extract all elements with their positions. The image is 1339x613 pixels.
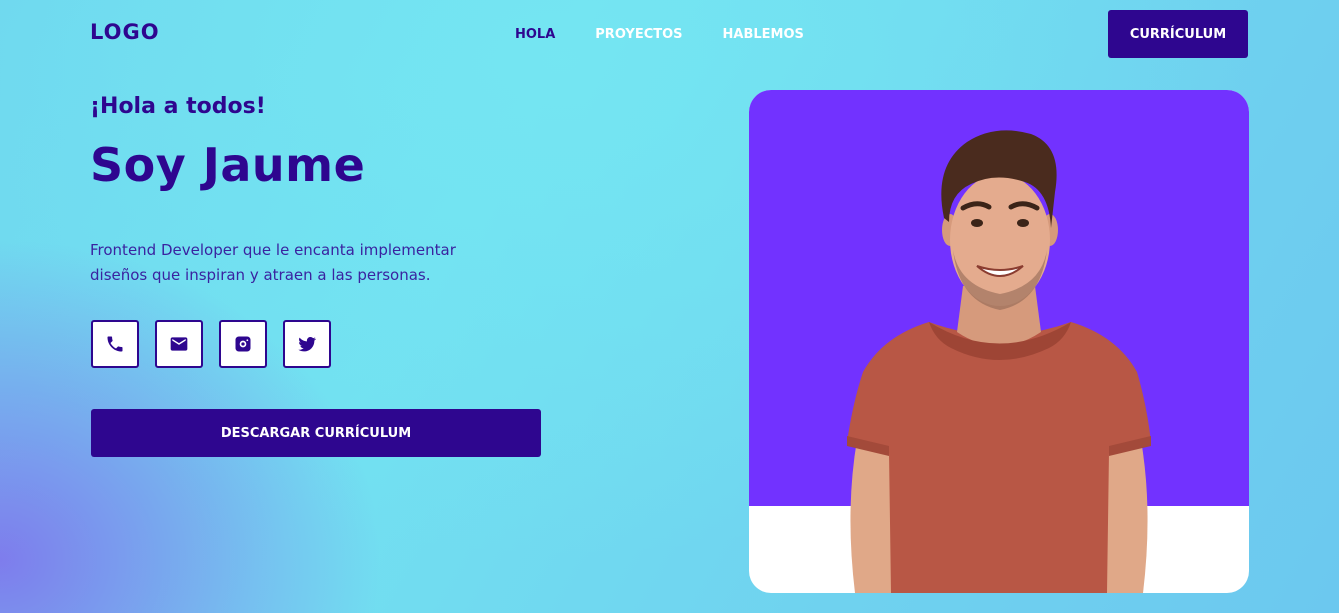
nav-link-proyectos[interactable]: PROYECTOS: [595, 27, 682, 42]
nav-link-hola[interactable]: HOLA: [515, 27, 555, 42]
main-nav: HOLA PROYECTOS HABLEMOS: [515, 27, 804, 42]
curriculum-button[interactable]: CURRÍCULUM: [1108, 10, 1248, 58]
instagram-button[interactable]: [219, 320, 267, 368]
email-icon: [170, 337, 188, 351]
greeting: ¡Hola a todos!: [90, 94, 266, 119]
phone-button[interactable]: [91, 320, 139, 368]
social-links: [91, 320, 331, 368]
person-illustration: [847, 130, 1151, 593]
logo[interactable]: LOGO: [90, 20, 160, 44]
page-title: Soy Jaume: [90, 138, 366, 192]
site-header: LOGO HOLA PROYECTOS HABLEMOS CURRÍCULUM: [0, 0, 1339, 68]
twitter-icon: [298, 337, 317, 352]
download-curriculum-button[interactable]: DESCARGAR CURRÍCULUM: [91, 409, 541, 457]
hero-description: Frontend Developer que le encanta implem…: [90, 241, 456, 284]
twitter-button[interactable]: [283, 320, 331, 368]
phone-icon: [107, 336, 123, 352]
email-button[interactable]: [155, 320, 203, 368]
profile-photo: [749, 90, 1249, 593]
nav-link-hablemos[interactable]: HABLEMOS: [723, 27, 804, 42]
instagram-icon: [235, 336, 251, 352]
